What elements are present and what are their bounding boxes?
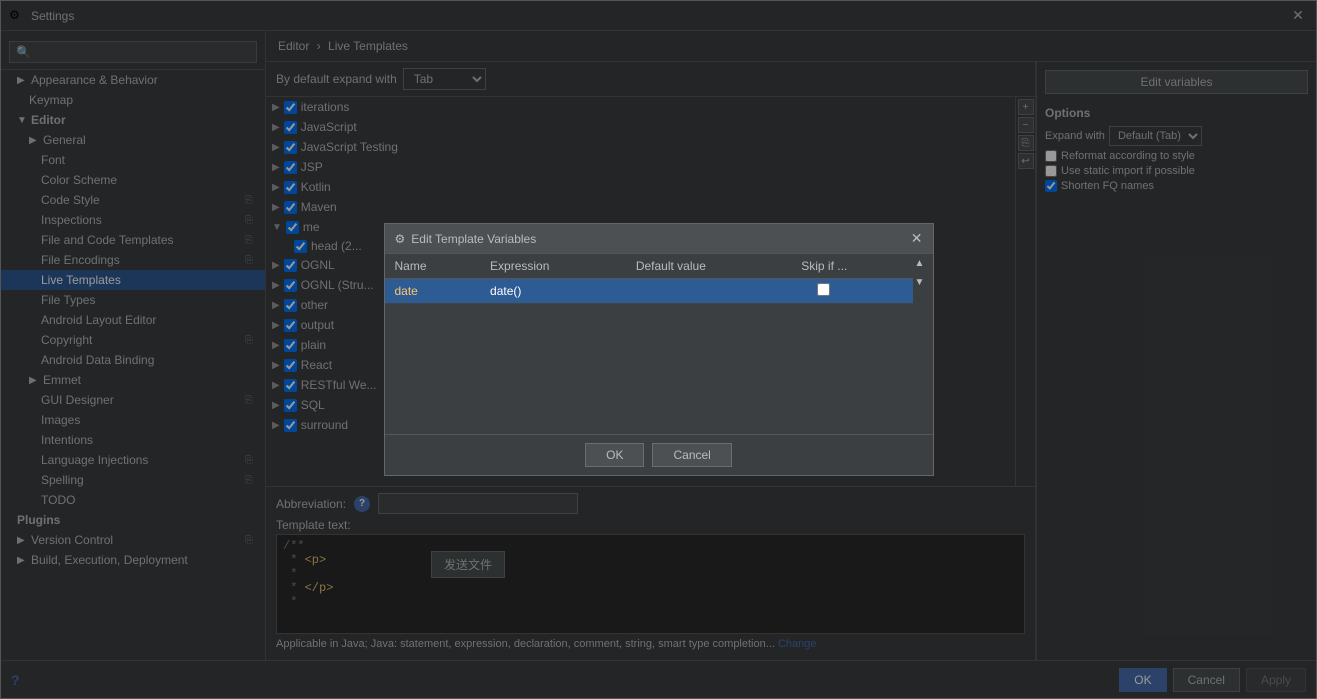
modal-title: ⚙ Edit Template Variables — [395, 232, 537, 246]
variables-table: Name Expression Default value Skip if ..… — [385, 254, 913, 304]
modal-scroll-buttons: ▲ ▼ — [913, 254, 933, 434]
row-skip[interactable] — [791, 279, 912, 304]
col-name: Name — [385, 254, 481, 279]
scroll-down-icon[interactable]: ▼ — [913, 273, 933, 292]
row-default[interactable] — [626, 279, 791, 304]
modal-icon: ⚙ — [395, 232, 406, 246]
table-header-row: Name Expression Default value Skip if ..… — [385, 254, 913, 279]
modal-cancel-button[interactable]: Cancel — [652, 443, 731, 467]
row-expression[interactable]: date() — [480, 279, 626, 304]
scroll-up-icon[interactable]: ▲ — [913, 254, 933, 273]
modal-table-scroll[interactable]: Name Expression Default value Skip if ..… — [385, 254, 913, 434]
modal-table-container: Name Expression Default value Skip if ..… — [385, 254, 933, 434]
col-expression: Expression — [480, 254, 626, 279]
col-skip: Skip if ... — [791, 254, 912, 279]
edit-template-variables-modal: ⚙ Edit Template Variables ✕ Name Express… — [384, 223, 934, 476]
table-row[interactable]: date date() — [385, 279, 913, 304]
modal-body: Name Expression Default value Skip if ..… — [385, 254, 933, 434]
skip-checkbox[interactable] — [817, 283, 830, 296]
modal-title-bar: ⚙ Edit Template Variables ✕ — [385, 224, 933, 254]
col-default: Default value — [626, 254, 791, 279]
row-name: date — [385, 279, 481, 304]
settings-window: ⚙ Settings ✕ ▶ Appearance & Behavior Key… — [0, 0, 1317, 699]
modal-ok-button[interactable]: OK — [585, 443, 644, 467]
modal-overlay: ⚙ Edit Template Variables ✕ Name Express… — [1, 1, 1316, 698]
modal-title-text: Edit Template Variables — [411, 232, 536, 246]
modal-footer: OK Cancel — [385, 434, 933, 475]
modal-close-button[interactable]: ✕ — [911, 230, 923, 247]
